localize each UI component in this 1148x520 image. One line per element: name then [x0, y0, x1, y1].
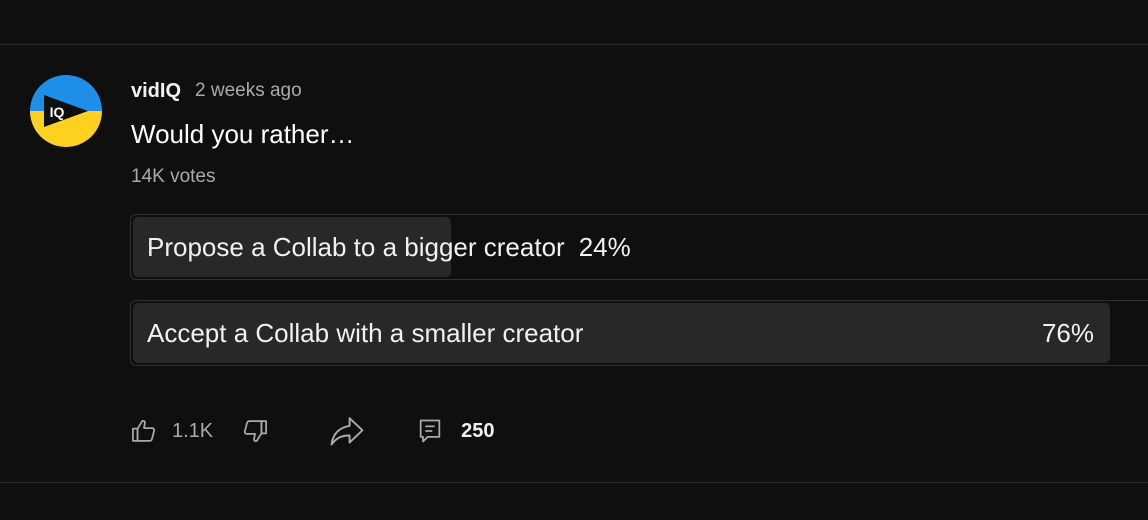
poll-option-2-percent: 76%: [1041, 317, 1094, 348]
thumbs-up-icon: [132, 419, 156, 442]
poll-option-1-percent: 24%: [578, 231, 631, 262]
top-divider: [0, 44, 1148, 45]
channel-name[interactable]: vidIQ: [131, 80, 181, 103]
poll-option-2-label-row: Accept a Collab with a smaller creator: [147, 301, 583, 365]
like-button[interactable]: 1.1K: [130, 417, 241, 445]
share-button[interactable]: [329, 414, 365, 448]
poll-option-1-label-row: Propose a Collab to a bigger creator 24%: [147, 215, 631, 279]
action-bar: 1.1K 250: [130, 414, 495, 448]
poll-option-2-label: Accept a Collab with a smaller creator: [147, 317, 584, 348]
poll-option-2[interactable]: Accept a Collab with a smaller creator 7…: [130, 300, 1148, 366]
post-text: Would you rather…: [131, 119, 355, 149]
post-header: vidIQ 2 weeks ago: [131, 78, 302, 104]
post-time[interactable]: 2 weeks ago: [195, 80, 302, 102]
share-icon: [330, 417, 364, 446]
svg-text:IQ: IQ: [50, 104, 65, 120]
like-count: 1.1K: [172, 419, 214, 442]
poll-option-1[interactable]: Propose a Collab to a bigger creator 24%: [130, 214, 1148, 280]
community-post-page: IQ vidIQ 2 weeks ago Would you rather… 1…: [0, 0, 1148, 520]
channel-avatar[interactable]: IQ: [30, 75, 102, 147]
comments-button[interactable]: 250: [417, 417, 495, 445]
comment-count: 250: [461, 419, 495, 442]
bottom-divider: [0, 482, 1148, 483]
vote-count: 14K votes: [131, 166, 216, 187]
poll-option-1-label: Propose a Collab to a bigger creator: [147, 231, 565, 262]
dislike-button[interactable]: [241, 417, 269, 445]
vidiq-logo-icon: IQ: [44, 95, 88, 127]
comment-icon: [419, 419, 441, 443]
thumbs-down-icon: [244, 420, 268, 443]
